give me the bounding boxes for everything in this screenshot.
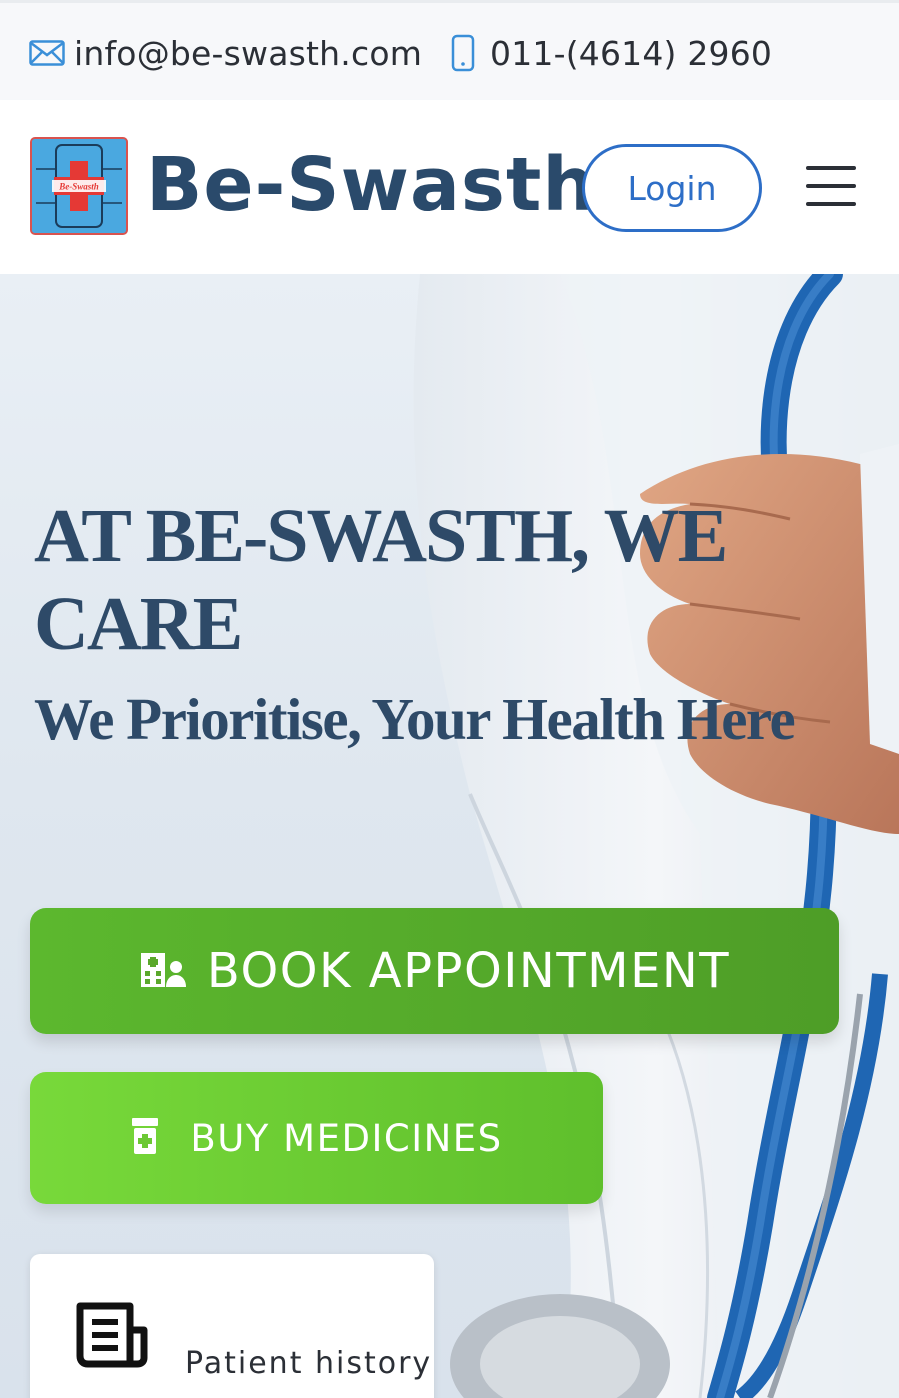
site-header: Be-Swasth Be-Swasth Login [0,100,899,274]
email-text: info@be-swasth.com [74,33,423,73]
mobile-phone-icon [444,34,482,72]
buy-medicines-label: BUY MEDICINES [190,1116,503,1160]
hero-title: AT BE-SWASTH, WE CARE [34,494,728,666]
envelope-icon [28,34,66,72]
phone-contact[interactable]: 011-(4614) 2960 [444,31,772,75]
hero-subtitle: We Prioritise, Your Health Here [34,686,796,752]
prescription-bottle-icon [130,1116,160,1161]
hero-section: AT BE-SWASTH, WE CARE We Prioritise, You… [0,274,899,1398]
logo-text: Be-Swasth [58,182,99,192]
book-appointment-label: BOOK APPOINTMENT [206,943,731,999]
book-appointment-button[interactable]: BOOK APPOINTMENT [30,908,839,1034]
login-button[interactable]: Login [582,144,762,232]
newspaper-icon [76,1302,150,1372]
patient-history-card[interactable]: Patient history [30,1254,434,1398]
site-logo[interactable]: Be-Swasth [30,137,128,235]
doctor-hero-image [413,274,899,1398]
patient-history-label: Patient history [185,1346,433,1381]
brand-name[interactable]: Be-Swasth [146,140,596,230]
top-contact-bar: info@be-swasth.com 011-(4614) 2960 [0,0,899,100]
buy-medicines-button[interactable]: BUY MEDICINES [30,1072,603,1204]
phone-text: 011-(4614) 2960 [490,33,773,73]
email-contact[interactable]: info@be-swasth.com [28,31,422,75]
hospital-user-icon [139,949,187,994]
hamburger-menu-icon[interactable] [806,164,858,210]
